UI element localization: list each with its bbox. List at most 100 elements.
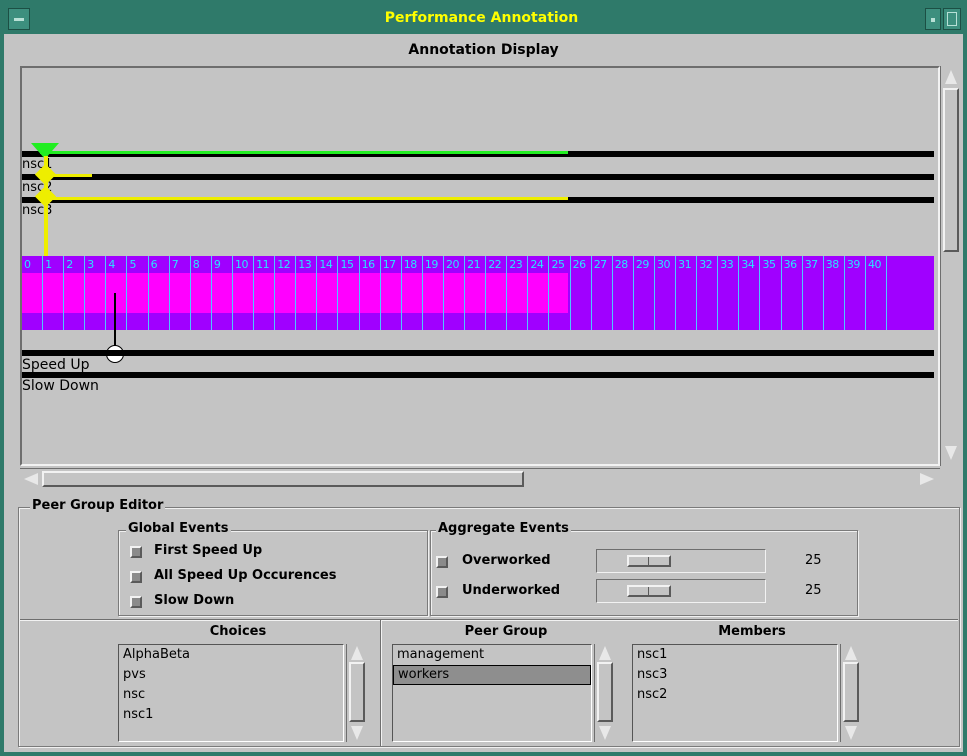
timeline-cell-21[interactable]: 21 — [465, 256, 487, 330]
canvas-horizontal-scrollbar[interactable] — [20, 468, 940, 490]
members-scroll-thumb[interactable] — [843, 662, 859, 722]
timeline-cell-40[interactable]: 40 — [866, 256, 888, 330]
scroll-down-arrow-icon[interactable] — [845, 726, 857, 740]
list-item[interactable]: nsc — [119, 685, 343, 705]
checkbox[interactable] — [130, 546, 142, 558]
title-bar[interactable]: Performance Annotation — [4, 4, 963, 34]
timeline-cell-0[interactable]: 0 — [22, 256, 44, 330]
peer-group-list[interactable]: management workers — [392, 644, 592, 742]
timeline-cell-31[interactable]: 31 — [676, 256, 698, 330]
timeline-cell-24[interactable]: 24 — [528, 256, 550, 330]
list-item[interactable]: nsc1 — [119, 705, 343, 725]
timeline-cell-37[interactable]: 37 — [803, 256, 824, 330]
timeline-cell-39[interactable]: 39 — [845, 256, 866, 330]
global-events-title: Global Events — [126, 521, 231, 536]
overworked-slider[interactable] — [596, 549, 766, 573]
members-scrollbar[interactable] — [840, 644, 862, 742]
scroll-up-arrow-icon[interactable] — [599, 646, 611, 660]
peer-group-scrollbar[interactable] — [594, 644, 616, 742]
checkbox[interactable] — [130, 571, 142, 583]
list-item[interactable]: pvs — [119, 665, 343, 685]
scroll-up-arrow-icon[interactable] — [351, 646, 363, 660]
timeline-cell-9[interactable]: 9 — [212, 256, 233, 330]
timeline-cell-26[interactable]: 26 — [571, 256, 592, 330]
scroll-down-arrow-icon[interactable] — [945, 446, 957, 460]
scroll-down-arrow-icon[interactable] — [599, 726, 611, 740]
vertical-scroll-thumb[interactable] — [943, 88, 959, 252]
choices-scroll-thumb[interactable] — [349, 662, 365, 722]
timeline-cell-35[interactable]: 35 — [761, 256, 782, 330]
timeline-cell-19[interactable]: 19 — [423, 256, 444, 330]
timeline-label: 35 — [762, 258, 777, 271]
scroll-up-arrow-icon[interactable] — [845, 646, 857, 660]
choices-scrollbar[interactable] — [346, 644, 368, 742]
timeline-cell-23[interactable]: 23 — [507, 256, 529, 330]
list-item-selected[interactable]: workers — [393, 665, 591, 685]
timeline-cell-32[interactable]: 32 — [697, 256, 719, 330]
timeline-cell-5[interactable]: 5 — [128, 256, 149, 330]
timeline-cell-2[interactable]: 2 — [64, 256, 86, 330]
timeline-cell-15[interactable]: 15 — [339, 256, 360, 330]
timeline-cell-3[interactable]: 3 — [85, 256, 107, 330]
checkbox[interactable] — [130, 596, 142, 608]
trace-line-nsc2 — [22, 174, 934, 180]
checkbox[interactable] — [436, 556, 448, 568]
timeline-cell-4[interactable]: 4 — [106, 256, 128, 330]
timeline-cell-6[interactable]: 6 — [149, 256, 170, 330]
timeline-label: 30 — [657, 258, 671, 271]
timeline-cell-7[interactable]: 7 — [170, 256, 191, 330]
timeline-cell-13[interactable]: 13 — [296, 256, 318, 330]
checkbox[interactable] — [436, 586, 448, 598]
timeline-cell-22[interactable]: 22 — [486, 256, 508, 330]
choices-list[interactable]: AlphaBeta pvs nsc nsc1 — [118, 644, 344, 742]
timeline-cell-17[interactable]: 17 — [381, 256, 402, 330]
peer-group-scroll-thumb[interactable] — [597, 662, 613, 722]
underworked-slider[interactable] — [596, 579, 766, 603]
underworked-slider-thumb[interactable] — [627, 585, 671, 597]
timeline-cell-29[interactable]: 29 — [634, 256, 655, 330]
timeline-cell-20[interactable]: 20 — [444, 256, 466, 330]
members-list[interactable]: nsc1 nsc3 nsc2 — [632, 644, 838, 742]
event-label-speed-up: Speed Up — [22, 357, 90, 373]
list-item[interactable]: nsc3 — [633, 665, 837, 685]
timeline-cell-12[interactable]: 12 — [275, 256, 297, 330]
list-item[interactable]: AlphaBeta — [119, 645, 343, 665]
list-item[interactable]: nsc2 — [633, 685, 837, 705]
overworked-slider-thumb[interactable] — [627, 555, 671, 567]
timeline-label: 5 — [129, 258, 137, 271]
timeline-cell-10[interactable]: 10 — [233, 256, 255, 330]
timeline-cell-28[interactable]: 28 — [613, 256, 634, 330]
timeline-cell-25[interactable]: 25 — [550, 256, 571, 330]
canvas-vertical-scrollbar[interactable] — [940, 66, 962, 466]
scroll-right-arrow-icon[interactable] — [920, 473, 934, 485]
event-line-slow-down — [22, 372, 934, 378]
maximize-button[interactable] — [943, 8, 961, 30]
timeline-cell-1[interactable]: 1 — [43, 256, 65, 330]
timeline-cell-16[interactable]: 16 — [360, 256, 381, 330]
minimize-button[interactable] — [925, 8, 941, 30]
event-line-speed-up — [22, 350, 934, 356]
list-item[interactable]: management — [393, 645, 591, 665]
timeline-label: 38 — [825, 258, 840, 271]
annotation-canvas[interactable]: nsc1 nsc2 nsc3 0 1 2 3 4 5 6 7 8 9 10 11 12 13 14 15 16 1… — [20, 66, 940, 466]
timeline-cell-11[interactable]: 11 — [254, 256, 276, 330]
timeline-cell-38[interactable]: 38 — [824, 256, 845, 330]
timeline-cell-18[interactable]: 18 — [402, 256, 423, 330]
scroll-left-arrow-icon[interactable] — [24, 473, 38, 485]
timeline-cell-8[interactable]: 8 — [191, 256, 212, 330]
timeline-label: 23 — [509, 258, 523, 271]
timeline-cell-34[interactable]: 34 — [739, 256, 761, 330]
list-item[interactable]: nsc1 — [633, 645, 837, 665]
timeline-label: 14 — [319, 258, 333, 271]
timeline-cell-36[interactable]: 36 — [782, 256, 803, 330]
window-menu-button[interactable] — [8, 8, 30, 30]
trace-bar-nsc1 — [40, 151, 568, 154]
timeline-cell-30[interactable]: 30 — [655, 256, 677, 330]
timeline-cell-14[interactable]: 14 — [317, 256, 339, 330]
scroll-down-arrow-icon[interactable] — [351, 726, 363, 740]
scroll-up-arrow-icon[interactable] — [945, 70, 957, 84]
timeline[interactable]: 0 1 2 3 4 5 6 7 8 9 10 11 12 13 14 15 16 17 18 19 20 21 22 23 24… — [22, 256, 934, 330]
horizontal-scroll-thumb[interactable] — [42, 471, 524, 487]
timeline-cell-33[interactable]: 33 — [718, 256, 740, 330]
timeline-cell-27[interactable]: 27 — [592, 256, 613, 330]
